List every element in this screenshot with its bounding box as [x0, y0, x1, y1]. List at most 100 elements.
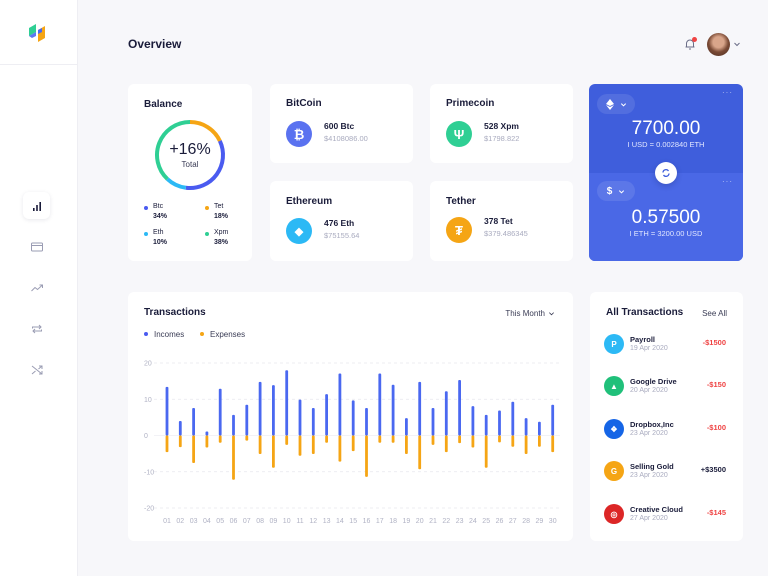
income-bar[interactable]	[258, 381, 262, 436]
income-bar[interactable]	[165, 386, 169, 436]
expense-bar[interactable]	[218, 435, 222, 443]
expense-bar[interactable]	[444, 435, 448, 453]
sidebar-item-trends[interactable]	[23, 274, 50, 301]
expense-bar[interactable]	[524, 435, 528, 454]
coin-card-bitcoin[interactable]: BitCoin ₿ 600 Btc $4108086.00	[270, 84, 413, 163]
expense-bar[interactable]	[245, 435, 249, 441]
x-tick-label: 27	[509, 518, 517, 525]
income-bar[interactable]	[218, 388, 222, 436]
shuffle-icon	[31, 365, 42, 374]
expense-bar[interactable]	[418, 435, 422, 470]
transaction-row[interactable]: G Selling Gold 23 Apr 2020 +$3500	[590, 461, 742, 485]
income-bar[interactable]	[511, 401, 515, 436]
income-bar[interactable]	[471, 406, 475, 436]
expense-bar[interactable]	[378, 435, 382, 443]
transaction-name: Dropbox,Inc	[630, 420, 674, 429]
expense-bar[interactable]	[192, 435, 195, 464]
credit-card-icon	[30, 242, 43, 251]
legend-name: Btc	[153, 203, 164, 210]
income-bar[interactable]	[351, 400, 355, 436]
sidebar-item-transfers[interactable]	[23, 356, 50, 383]
income-bar[interactable]	[551, 404, 555, 436]
coin-amount: 378 Tet	[484, 216, 513, 226]
from-amount[interactable]: 7700.00	[589, 118, 743, 140]
coin-card-tether[interactable]: Tether ₮ 378 Tet $379.486345	[430, 181, 573, 261]
income-bar[interactable]	[538, 421, 541, 436]
expense-bar[interactable]	[258, 435, 262, 454]
income-bar[interactable]	[431, 407, 435, 436]
income-bar[interactable]	[192, 407, 195, 436]
expense-bar[interactable]	[351, 435, 355, 452]
income-bar[interactable]	[391, 384, 395, 436]
to-currency-select[interactable]: $	[597, 181, 635, 201]
expense-bar[interactable]	[298, 435, 302, 456]
transaction-avatar-icon: P	[604, 334, 624, 354]
user-avatar[interactable]	[707, 33, 730, 56]
sidebar-item-exchange[interactable]	[23, 315, 50, 342]
income-bar[interactable]	[178, 421, 182, 436]
expense-bar[interactable]	[232, 435, 235, 480]
expense-bar[interactable]	[511, 435, 515, 447]
transaction-row[interactable]: ▲ Google Drive 20 Apr 2020 -$150	[590, 376, 742, 400]
more-options-icon[interactable]: ···	[722, 88, 733, 97]
income-bar[interactable]	[338, 373, 342, 436]
expense-bar[interactable]	[205, 435, 209, 448]
income-bar[interactable]	[298, 399, 302, 436]
more-options-icon[interactable]: ···	[722, 177, 733, 186]
x-tick-label: 13	[323, 518, 331, 525]
sidebar-item-dashboard[interactable]	[23, 192, 50, 219]
income-bar[interactable]	[285, 370, 289, 436]
expense-bar[interactable]	[551, 435, 555, 453]
see-all-link[interactable]: See All	[702, 309, 727, 318]
expense-bar[interactable]	[325, 435, 328, 443]
income-bar[interactable]	[484, 414, 488, 436]
from-currency-select[interactable]	[597, 94, 635, 114]
income-bar[interactable]	[311, 407, 315, 436]
income-bar[interactable]	[365, 407, 368, 436]
expense-bar[interactable]	[484, 435, 488, 468]
to-amount[interactable]: 0.57500	[589, 207, 743, 229]
expense-bar[interactable]	[272, 435, 275, 468]
income-bar[interactable]	[378, 373, 382, 436]
income-bar[interactable]	[498, 410, 501, 436]
to-rate: I ETH = 3200.00 USD	[629, 229, 703, 238]
expense-bar[interactable]	[338, 435, 342, 462]
income-bar[interactable]	[444, 391, 448, 436]
income-bar[interactable]	[524, 418, 528, 436]
balance-label: Total	[181, 160, 199, 169]
swap-currency-button[interactable]	[655, 162, 677, 184]
income-bar[interactable]	[405, 418, 408, 436]
expense-bar[interactable]	[498, 435, 501, 443]
income-bar[interactable]	[458, 380, 461, 436]
sidebar-item-cards[interactable]	[23, 233, 50, 260]
coin-card-primecoin[interactable]: Primecoin Ψ 528 Xpm $1798.822	[430, 84, 573, 163]
income-bar[interactable]	[272, 385, 275, 436]
expense-bar[interactable]	[405, 435, 408, 454]
expense-bar[interactable]	[391, 435, 395, 443]
app-logo-icon[interactable]	[26, 22, 48, 44]
coin-title: Ethereum	[286, 196, 333, 207]
income-bar[interactable]	[245, 404, 249, 436]
chevron-down-icon[interactable]	[733, 40, 741, 48]
expense-bar[interactable]	[458, 435, 461, 444]
income-bar[interactable]	[232, 414, 235, 436]
expense-bar[interactable]	[431, 435, 435, 445]
expense-bar[interactable]	[178, 435, 182, 448]
expense-bar[interactable]	[365, 435, 368, 477]
x-tick-label: 01	[163, 518, 171, 525]
income-bar[interactable]	[325, 394, 328, 436]
transaction-row[interactable]: P Payroll 19 Apr 2020 -$1500	[590, 334, 742, 358]
transaction-row[interactable]: ❖ Dropbox,Inc 23 Apr 2020 -$100	[590, 419, 742, 443]
expense-bar[interactable]	[311, 435, 315, 454]
expense-bar[interactable]	[471, 435, 475, 448]
income-bar[interactable]	[418, 381, 422, 436]
x-tick-label: 17	[376, 518, 384, 525]
coin-card-ethereum[interactable]: Ethereum ◆ 476 Eth $75155.64	[270, 181, 413, 261]
expense-bar[interactable]	[165, 435, 169, 453]
income-bar[interactable]	[205, 431, 209, 436]
transaction-amount: -$100	[706, 423, 726, 432]
x-tick-label: 03	[190, 518, 198, 525]
expense-bar[interactable]	[285, 435, 289, 445]
expense-bar[interactable]	[538, 435, 541, 447]
transaction-row[interactable]: ◎ Creative Cloud 27 Apr 2020 -$145	[590, 504, 742, 528]
